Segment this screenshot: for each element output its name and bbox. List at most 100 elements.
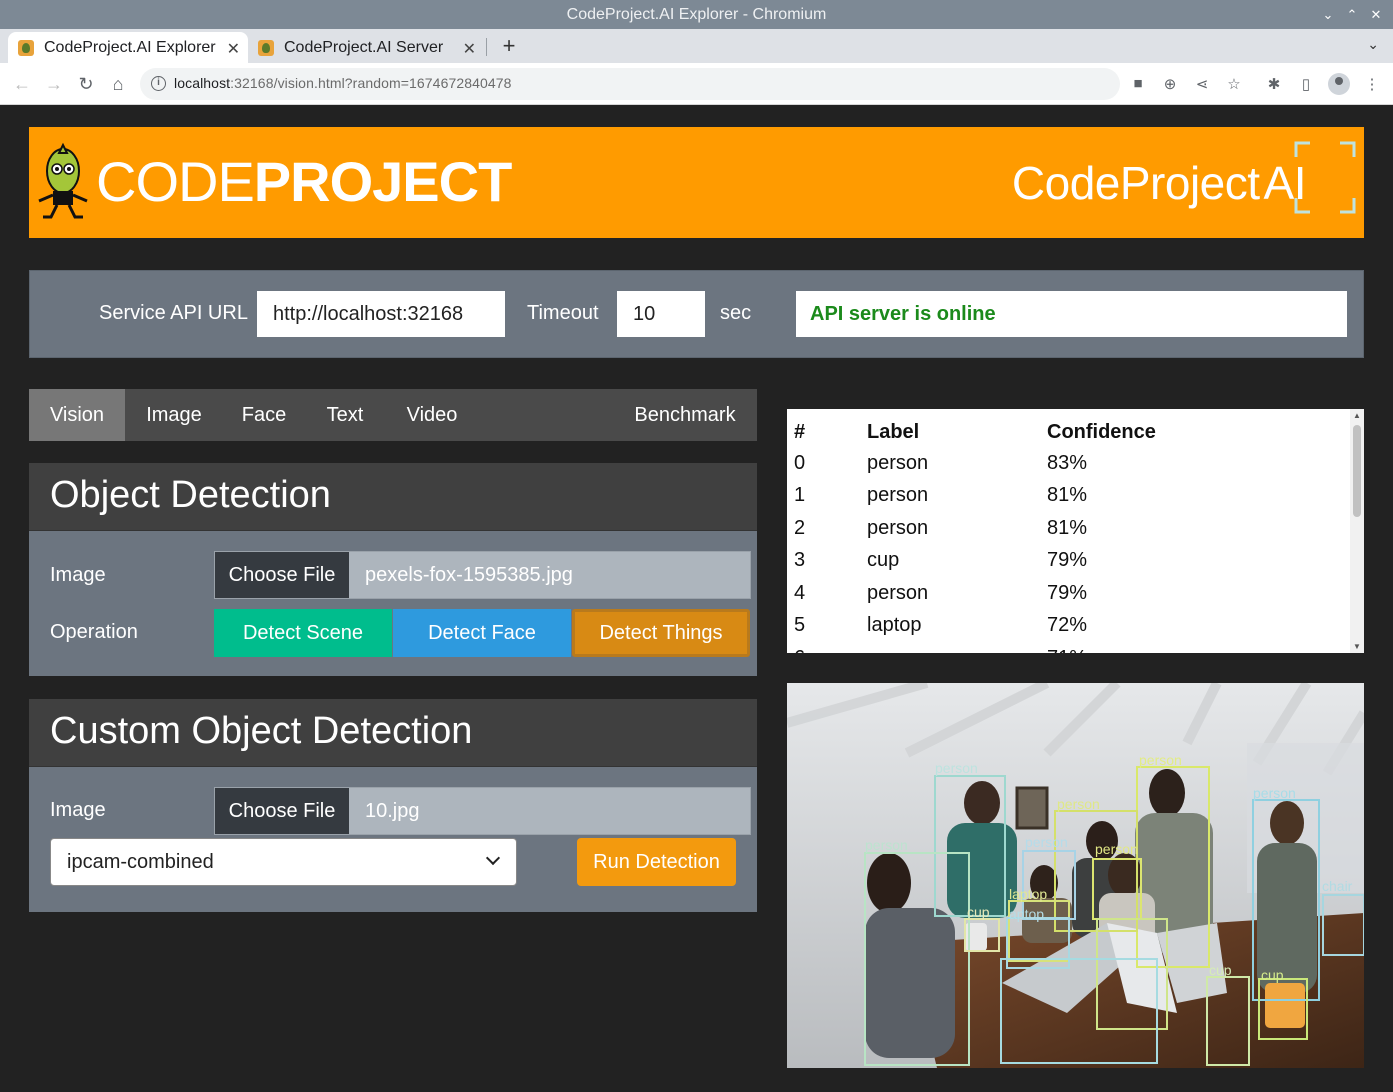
results-scrollbar[interactable]: ▲ ▼	[1350, 409, 1364, 653]
tab-codeproject-explorer[interactable]: CodeProject.AI Explorer ✕	[8, 32, 248, 63]
zoom-icon[interactable]: ⊕	[1160, 75, 1180, 93]
window-title: CodeProject.AI Explorer - Chromium	[566, 6, 827, 23]
table-header-row: # Label Confidence	[794, 417, 1247, 447]
bbox-label-laptop-partial: aptop	[1009, 906, 1044, 922]
codeproject-ai-logo-text: CodeProjectAI	[1011, 157, 1307, 209]
column-header-confidence: Confidence	[1047, 420, 1156, 443]
address-bar[interactable]: i localhost:32168/vision.html?random=167…	[140, 68, 1120, 100]
table-row: 0 person 83%	[794, 447, 1247, 480]
side-panel-icon[interactable]: ▯	[1296, 75, 1316, 93]
close-tab-icon[interactable]: ✕	[463, 39, 476, 59]
bookmark-star-icon[interactable]: ☆	[1224, 75, 1244, 93]
detect-face-button[interactable]: Detect Face	[393, 609, 571, 657]
cell-confidence: 81%	[1047, 516, 1088, 539]
table-row: 4 person 79%	[794, 577, 1247, 610]
codeproject-favicon-icon	[18, 39, 34, 56]
bbox-label-chair: chair	[1322, 878, 1353, 894]
timeout-input[interactable]: 10	[617, 291, 705, 337]
codeproject-favicon-icon	[258, 39, 274, 56]
api-status-display: API server is online	[796, 291, 1347, 337]
tab-codeproject-server[interactable]: CodeProject.AI Server ✕	[248, 32, 484, 63]
extensions-puzzle-icon[interactable]: ✱	[1264, 75, 1284, 93]
bbox-label-person: person	[1025, 834, 1068, 850]
detection-result-image: person person person person person perso…	[787, 683, 1364, 1068]
codeproject-logo-text: CODEPROJECT	[96, 150, 512, 213]
scroll-up-icon[interactable]: ▲	[1353, 411, 1361, 420]
selected-file-name: 10.jpg	[365, 800, 420, 822]
scrollbar-thumb[interactable]	[1353, 425, 1361, 517]
object-image-file-input[interactable]: Choose File pexels-fox-1595385.jpg	[214, 551, 751, 599]
timeout-label: Timeout	[527, 302, 599, 324]
tab-title: CodeProject.AI Server	[284, 38, 444, 56]
service-api-url-input[interactable]: http://localhost:32168	[257, 291, 505, 337]
choose-file-button[interactable]: Choose File	[215, 788, 349, 834]
service-api-url-label: Service API URL	[99, 302, 248, 324]
new-tab-icon[interactable]: +	[498, 33, 520, 59]
tab-text[interactable]: Text	[314, 389, 376, 441]
image-label: Image	[50, 564, 106, 586]
cell-label: person	[867, 484, 929, 507]
cell-confidence: 79%	[1047, 581, 1088, 604]
bbox-label-person: person	[1253, 785, 1296, 801]
bbox-label-cup: cup	[1261, 967, 1284, 983]
tab-vision[interactable]: Vision	[29, 389, 125, 441]
reload-icon[interactable]: ↻	[75, 73, 97, 95]
window-controls: ⌄ ⌃ ✕	[1321, 0, 1383, 29]
close-window-icon[interactable]: ✕	[1369, 0, 1383, 29]
address-url[interactable]: localhost:32168/vision.html?random=16746…	[174, 75, 512, 91]
tab-image[interactable]: Image	[135, 389, 213, 441]
camera-icon[interactable]: ■	[1128, 75, 1148, 92]
tab-separator	[486, 38, 487, 56]
page-content: CODEPROJECT CodeProjectAI Service API UR…	[0, 106, 1393, 1092]
model-select[interactable]: ipcam-combined	[50, 838, 517, 886]
detect-things-button[interactable]: Detect Things	[572, 609, 750, 657]
site-info-icon[interactable]: i	[151, 76, 166, 91]
table-row: 2 person 81%	[794, 512, 1247, 545]
custom-object-detection-card: Custom Object Detection Image Choose Fil…	[29, 699, 757, 912]
home-icon[interactable]: ⌂	[107, 73, 129, 95]
close-tab-icon[interactable]: ✕	[227, 39, 240, 59]
forward-arrow-icon[interactable]: →	[43, 73, 65, 95]
cell-label: laptop	[867, 614, 922, 637]
column-header-index: #	[794, 420, 806, 443]
browser-toolbar: ← → ↻ ⌂ i localhost:32168/vision.html?ra…	[0, 63, 1393, 105]
object-detection-header: Object Detection	[29, 463, 757, 531]
codeproject-banner: CODEPROJECT CodeProjectAI	[29, 127, 1364, 238]
detection-results-table: # Label Confidence 0 person 83% 1 person 81% 2…	[787, 409, 1364, 653]
minimize-icon[interactable]: ⌄	[1321, 0, 1335, 29]
bbox-label-person: person	[1095, 841, 1138, 857]
cell-confidence: 71%	[1047, 642, 1247, 653]
bbox-label-person: person	[865, 837, 908, 853]
tab-search-chevron-icon[interactable]: ⌄	[1367, 36, 1379, 53]
scroll-down-icon[interactable]: ▼	[1353, 642, 1361, 651]
choose-file-button[interactable]: Choose File	[215, 552, 349, 598]
cell-label: person	[867, 581, 929, 604]
bbox-label-cup: cup	[967, 904, 990, 920]
tab-benchmark[interactable]: Benchmark	[625, 389, 745, 441]
bbox-label-laptop: laptop	[1009, 886, 1047, 902]
feature-tabs: Vision Image Face Text Video Benchmark	[29, 389, 757, 441]
table-row: 5 laptop 72%	[794, 610, 1247, 643]
bbox-label-cup-partial: cup	[1209, 962, 1232, 978]
back-arrow-icon[interactable]: ←	[11, 73, 33, 95]
custom-detection-header: Custom Object Detection	[29, 699, 757, 767]
cell-index: 1	[794, 484, 806, 507]
ai-bracket-icon	[1294, 141, 1356, 214]
object-detection-card: Object Detection Image Choose File pexel…	[29, 463, 757, 676]
custom-image-file-input[interactable]: Choose File 10.jpg	[214, 787, 751, 835]
share-icon[interactable]: ⋖	[1192, 75, 1212, 93]
image-label: Image	[50, 799, 106, 821]
cell-index: 3	[794, 549, 806, 572]
operation-label: Operation	[50, 621, 138, 643]
profile-avatar-icon[interactable]	[1328, 73, 1350, 95]
maximize-icon[interactable]: ⌃	[1345, 0, 1359, 29]
run-detection-button[interactable]: Run Detection	[577, 838, 736, 886]
menu-kebab-icon[interactable]: ⋮	[1362, 75, 1382, 93]
results-table: # Label Confidence 0 person 83% 1 person 81% 2…	[794, 417, 1247, 654]
tab-face[interactable]: Face	[229, 389, 299, 441]
tab-video[interactable]: Video	[394, 389, 470, 441]
cell-confidence: 79%	[1047, 549, 1088, 572]
detect-scene-button[interactable]: Detect Scene	[214, 609, 392, 657]
settings-panel: Service API URL http://localhost:32168 T…	[29, 270, 1364, 358]
custom-detection-title: Custom Object Detection	[50, 710, 473, 752]
